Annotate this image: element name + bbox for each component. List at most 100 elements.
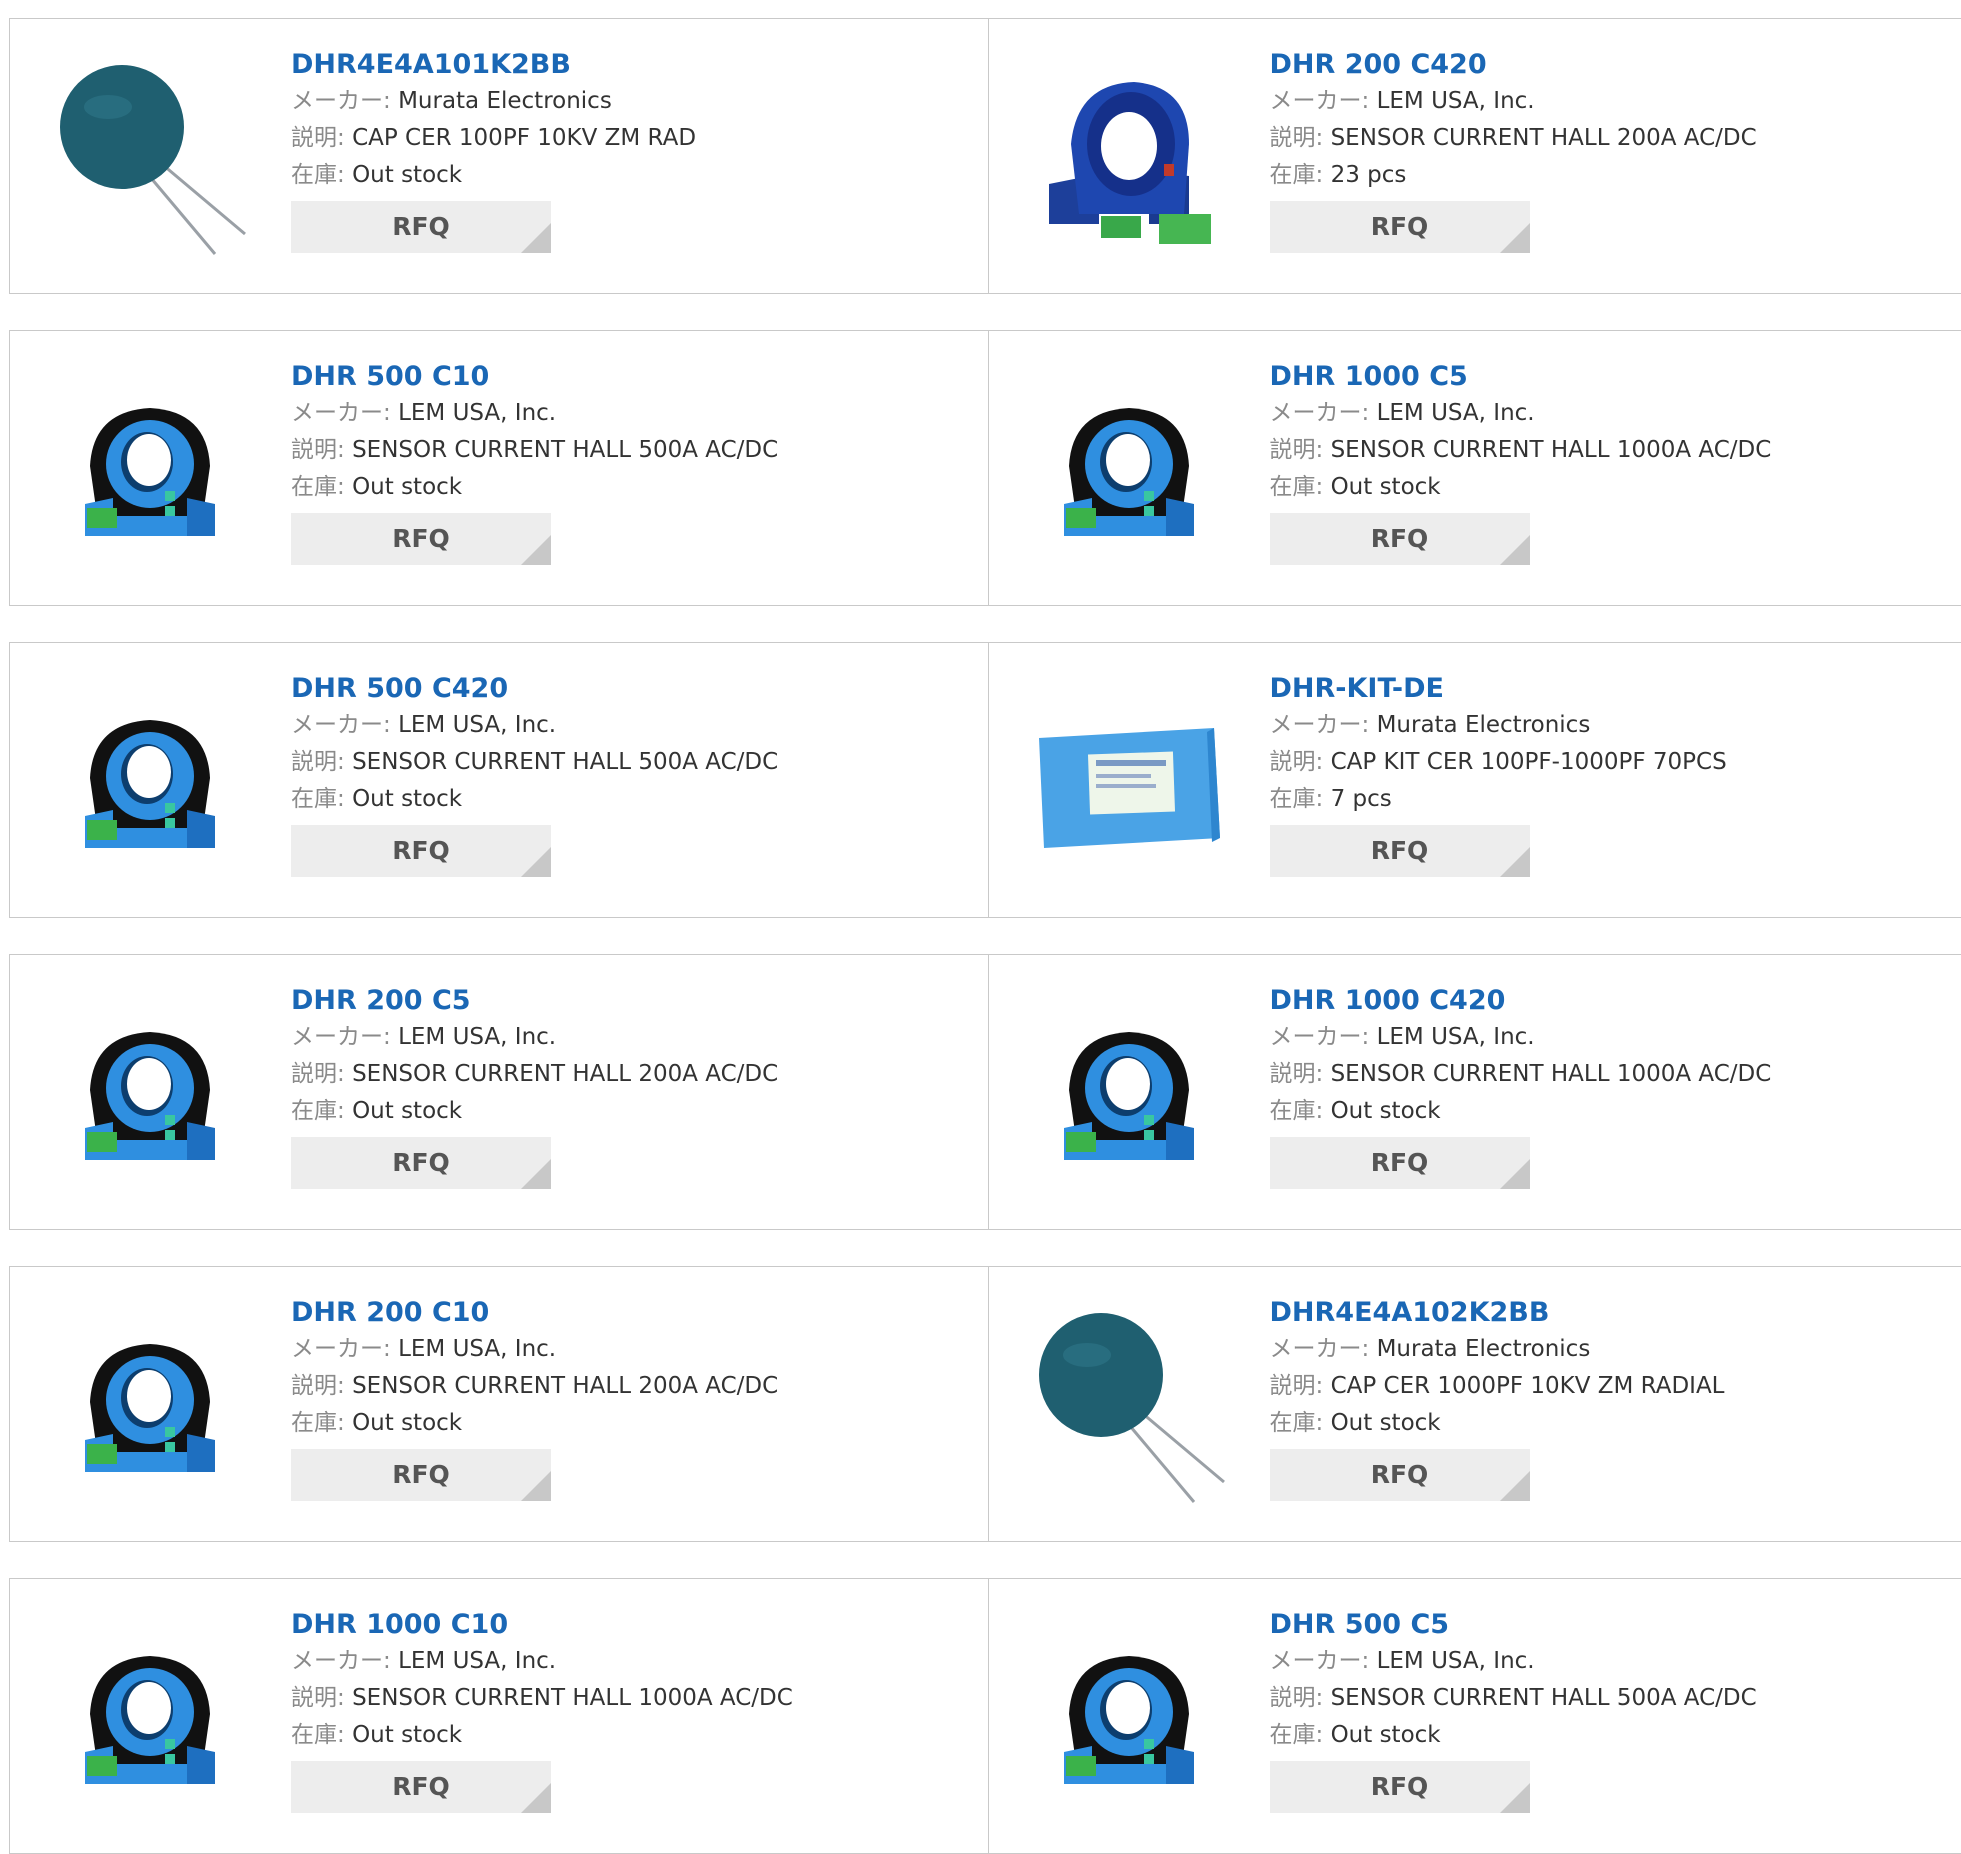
manufacturer-label: メーカー: (291, 1024, 391, 1050)
product-info: DHR 500 C5 メーカー: LEM USA, Inc. 説明: SENSO… (1270, 1607, 1952, 1813)
manufacturer-line: メーカー: LEM USA, Inc. (1270, 1643, 1952, 1680)
product-image[interactable] (1029, 371, 1229, 571)
rfq-button[interactable]: RFQ (1270, 513, 1530, 565)
manufacturer-value: Murata Electronics (398, 88, 612, 114)
product-title-link[interactable]: DHR4E4A101K2BB (291, 47, 978, 83)
stock-value: 23 pcs (1331, 162, 1407, 188)
product-title-link[interactable]: DHR 1000 C420 (1270, 983, 1952, 1019)
hall-sensor-image (1044, 396, 1214, 546)
manufacturer-line: メーカー: Murata Electronics (1270, 1331, 1952, 1368)
corner-triangle-icon (521, 1783, 551, 1813)
stock-value: Out stock (352, 1098, 462, 1124)
product-image[interactable] (50, 1619, 250, 1819)
description-line: 説明: SENSOR CURRENT HALL 1000A AC/DC (291, 1680, 978, 1717)
rfq-button-label: RFQ (1371, 212, 1429, 241)
rfq-button-label: RFQ (1371, 1148, 1429, 1177)
product-card: DHR 500 C10 メーカー: LEM USA, Inc. 説明: SENS… (10, 331, 988, 605)
product-card: DHR 1000 C420 メーカー: LEM USA, Inc. 説明: SE… (988, 955, 1961, 1229)
corner-triangle-icon (1500, 223, 1530, 253)
stock-label: 在庫: (291, 1410, 345, 1436)
manufacturer-line: メーカー: Murata Electronics (1270, 707, 1952, 744)
corner-triangle-icon (521, 535, 551, 565)
description-label: 説明: (291, 125, 345, 151)
product-card: DHR 500 C420 メーカー: LEM USA, Inc. 説明: SEN… (10, 643, 988, 917)
rfq-button-label: RFQ (1371, 1460, 1429, 1489)
rfq-button-label: RFQ (392, 1148, 450, 1177)
rfq-button[interactable]: RFQ (291, 1761, 551, 1813)
description-label: 説明: (1270, 125, 1324, 151)
description-value: SENSOR CURRENT HALL 1000A AC/DC (1331, 1061, 1772, 1087)
description-label: 説明: (291, 437, 345, 463)
product-card: DHR 1000 C5 メーカー: LEM USA, Inc. 説明: SENS… (988, 331, 1961, 605)
manufacturer-label: メーカー: (1270, 1024, 1370, 1050)
product-row: DHR 500 C10 メーカー: LEM USA, Inc. 説明: SENS… (9, 330, 1961, 606)
manufacturer-label: メーカー: (291, 400, 391, 426)
description-value: SENSOR CURRENT HALL 1000A AC/DC (352, 1685, 793, 1711)
rfq-button-label: RFQ (392, 524, 450, 553)
product-title-link[interactable]: DHR 200 C420 (1270, 47, 1952, 83)
stock-label: 在庫: (1270, 474, 1324, 500)
description-value: CAP CER 1000PF 10KV ZM RADIAL (1331, 1373, 1725, 1399)
product-row: DHR 200 C5 メーカー: LEM USA, Inc. 説明: SENSO… (9, 954, 1961, 1230)
product-image[interactable] (50, 995, 250, 1195)
product-title-link[interactable]: DHR4E4A102K2BB (1270, 1295, 1952, 1331)
product-image[interactable] (1029, 995, 1229, 1195)
manufacturer-line: メーカー: LEM USA, Inc. (291, 1019, 978, 1056)
product-title-link[interactable]: DHR 500 C420 (291, 671, 978, 707)
rfq-button[interactable]: RFQ (291, 825, 551, 877)
manufacturer-value: LEM USA, Inc. (1377, 400, 1535, 426)
rfq-button-label: RFQ (392, 836, 450, 865)
manufacturer-line: メーカー: LEM USA, Inc. (1270, 1019, 1952, 1056)
rfq-button[interactable]: RFQ (291, 1449, 551, 1501)
corner-triangle-icon (1500, 1783, 1530, 1813)
product-row: DHR 1000 C10 メーカー: LEM USA, Inc. 説明: SEN… (9, 1578, 1961, 1854)
product-card: DHR4E4A102K2BB メーカー: Murata Electronics … (988, 1267, 1961, 1541)
product-image[interactable] (50, 1307, 250, 1507)
rfq-button[interactable]: RFQ (291, 1137, 551, 1189)
manufacturer-label: メーカー: (291, 88, 391, 114)
product-card: DHR-KIT-DE メーカー: Murata Electronics 説明: … (988, 643, 1961, 917)
product-title-link[interactable]: DHR 200 C10 (291, 1295, 978, 1331)
rfq-button[interactable]: RFQ (1270, 201, 1530, 253)
stock-label: 在庫: (1270, 1098, 1324, 1124)
product-row: DHR 200 C10 メーカー: LEM USA, Inc. 説明: SENS… (9, 1266, 1961, 1542)
product-title-link[interactable]: DHR 500 C10 (291, 359, 978, 395)
rfq-button-label: RFQ (392, 1460, 450, 1489)
rfq-button[interactable]: RFQ (291, 201, 551, 253)
product-info: DHR4E4A102K2BB メーカー: Murata Electronics … (1270, 1295, 1952, 1501)
rfq-button[interactable]: RFQ (1270, 825, 1530, 877)
product-image[interactable] (1029, 683, 1229, 883)
description-label: 説明: (1270, 749, 1324, 775)
description-label: 説明: (291, 1373, 345, 1399)
product-image[interactable] (50, 59, 250, 259)
description-label: 説明: (1270, 1373, 1324, 1399)
corner-triangle-icon (1500, 1159, 1530, 1189)
product-title-link[interactable]: DHR 1000 C10 (291, 1607, 978, 1643)
product-image[interactable] (1029, 1307, 1229, 1507)
rfq-button[interactable]: RFQ (291, 513, 551, 565)
manufacturer-line: メーカー: LEM USA, Inc. (291, 395, 978, 432)
rfq-button[interactable]: RFQ (1270, 1449, 1530, 1501)
product-info: DHR 500 C420 メーカー: LEM USA, Inc. 説明: SEN… (291, 671, 978, 877)
product-title-link[interactable]: DHR 200 C5 (291, 983, 978, 1019)
stock-value: Out stock (352, 1410, 462, 1436)
product-image[interactable] (50, 683, 250, 883)
stock-line: 在庫: Out stock (1270, 1093, 1952, 1130)
description-value: SENSOR CURRENT HALL 200A AC/DC (352, 1373, 778, 1399)
product-title-link[interactable]: DHR 500 C5 (1270, 1607, 1952, 1643)
product-info: DHR-KIT-DE メーカー: Murata Electronics 説明: … (1270, 671, 1952, 877)
manufacturer-label: メーカー: (1270, 400, 1370, 426)
product-image[interactable] (1029, 1619, 1229, 1819)
product-image[interactable] (50, 371, 250, 571)
rfq-button[interactable]: RFQ (1270, 1137, 1530, 1189)
product-title-link[interactable]: DHR-KIT-DE (1270, 671, 1952, 707)
product-image[interactable] (1029, 59, 1229, 259)
description-line: 説明: SENSOR CURRENT HALL 1000A AC/DC (1270, 432, 1952, 469)
hall-sensor-image (65, 396, 235, 546)
description-line: 説明: SENSOR CURRENT HALL 500A AC/DC (291, 744, 978, 781)
product-title-link[interactable]: DHR 1000 C5 (1270, 359, 1952, 395)
rfq-button[interactable]: RFQ (1270, 1761, 1530, 1813)
stock-label: 在庫: (1270, 786, 1324, 812)
product-info: DHR 1000 C420 メーカー: LEM USA, Inc. 説明: SE… (1270, 983, 1952, 1189)
stock-label: 在庫: (1270, 1722, 1324, 1748)
